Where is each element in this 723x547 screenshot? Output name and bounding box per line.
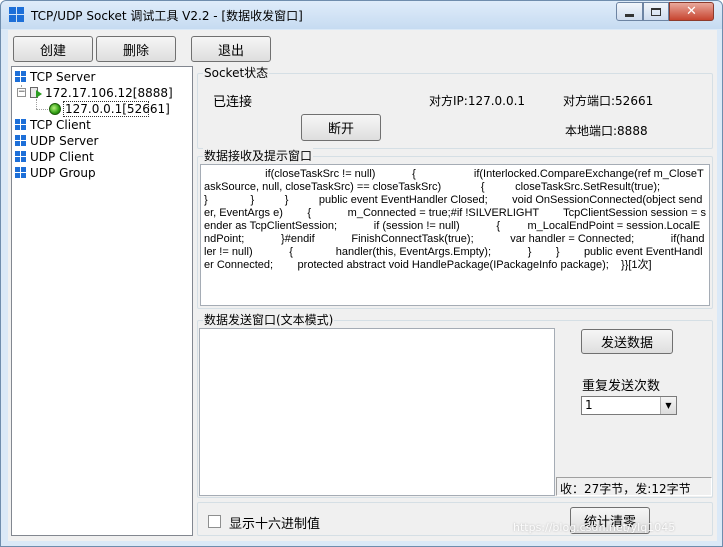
tree-item-label: 172.17.106.12[8888] bbox=[45, 86, 173, 100]
app-logo-icon bbox=[9, 7, 25, 23]
receive-group: 数据接收及提示窗口 if(closeTaskSrc != null) { if(… bbox=[197, 148, 713, 309]
collapse-toggle-icon[interactable]: − bbox=[17, 88, 26, 97]
chevron-down-icon[interactable]: ▼ bbox=[660, 397, 676, 414]
udp-group-icon bbox=[15, 167, 27, 179]
watermark: https://blog.csdn.net/ylq1045 bbox=[513, 521, 676, 534]
tree-item-label: UDP Client bbox=[30, 150, 94, 164]
connected-status-icon bbox=[49, 103, 61, 115]
tree-item-label: UDP Server bbox=[30, 134, 99, 148]
hex-display-label: 显示十六进制值 bbox=[229, 517, 321, 532]
tcp-client-icon bbox=[15, 119, 27, 131]
maximize-button[interactable] bbox=[643, 2, 669, 21]
byte-stats-panel: 收：27字节，发:12字节 bbox=[556, 477, 712, 496]
remote-ip: 对方IP:127.0.0.1 bbox=[429, 94, 526, 108]
socket-tree[interactable]: TCP Server − 172.17.106.12[8888] 127.0.0… bbox=[11, 66, 193, 536]
repeat-count-label: 重复发送次数 bbox=[582, 379, 661, 394]
tree-item-label: TCP Server bbox=[30, 70, 96, 84]
group-title: Socket状态 bbox=[203, 65, 270, 81]
tree-item-label: TCP Client bbox=[30, 118, 91, 132]
window-title: TCP/UDP Socket 调试工具 V2.2 - [数据收发窗口] bbox=[31, 9, 303, 23]
send-group: 数据发送窗口(文本模式) 发送数据 重复发送次数 1 ▼ 收：27字节，发:12… bbox=[197, 312, 713, 498]
minimize-icon bbox=[625, 13, 634, 17]
repeat-count-value: 1 bbox=[585, 398, 593, 412]
byte-stats: 收：27字节，发:12字节 bbox=[560, 482, 691, 496]
repeat-count-select[interactable]: 1 ▼ bbox=[581, 396, 677, 415]
client-area: 创建 删除 退出 TCP Server − 172.17.106.12[8888… bbox=[8, 30, 717, 541]
exit-button[interactable]: 退出 bbox=[191, 36, 271, 62]
udp-client-icon bbox=[15, 151, 27, 163]
connection-state: 已连接 bbox=[213, 95, 253, 110]
delete-button[interactable]: 删除 bbox=[96, 36, 176, 62]
tree-item-label: 127.0.0.1[52661] bbox=[65, 102, 170, 116]
create-button[interactable]: 创建 bbox=[13, 36, 93, 62]
server-endpoint-icon bbox=[30, 87, 42, 99]
close-icon: ✕ bbox=[686, 4, 697, 19]
close-button[interactable]: ✕ bbox=[669, 2, 714, 21]
local-port: 本地端口:8888 bbox=[565, 124, 648, 138]
send-textarea[interactable] bbox=[199, 328, 555, 496]
receive-textbox[interactable]: if(closeTaskSrc != null) { if(Interlocke… bbox=[200, 164, 710, 306]
receive-content: if(closeTaskSrc != null) { if(Interlocke… bbox=[204, 168, 706, 271]
socket-status-group: Socket状态 已连接 对方IP:127.0.0.1 对方端口:52661 断… bbox=[197, 65, 713, 149]
disconnect-button[interactable]: 断开 bbox=[301, 114, 381, 141]
app-window: TCP/UDP Socket 调试工具 V2.2 - [数据收发窗口] ✕ 创建… bbox=[0, 0, 723, 547]
udp-server-icon bbox=[15, 135, 27, 147]
maximize-icon bbox=[651, 7, 661, 16]
remote-port: 对方端口:52661 bbox=[563, 94, 654, 108]
group-title: 数据发送窗口(文本模式) bbox=[203, 312, 335, 328]
minimize-button[interactable] bbox=[616, 2, 643, 21]
hex-display-checkbox[interactable] bbox=[208, 515, 221, 528]
title-bar: TCP/UDP Socket 调试工具 V2.2 - [数据收发窗口] ✕ bbox=[1, 1, 722, 29]
tree-item-label: UDP Group bbox=[30, 166, 96, 180]
send-data-button[interactable]: 发送数据 bbox=[581, 329, 673, 354]
tcp-server-icon bbox=[15, 71, 27, 83]
group-title: 数据接收及提示窗口 bbox=[203, 148, 314, 164]
